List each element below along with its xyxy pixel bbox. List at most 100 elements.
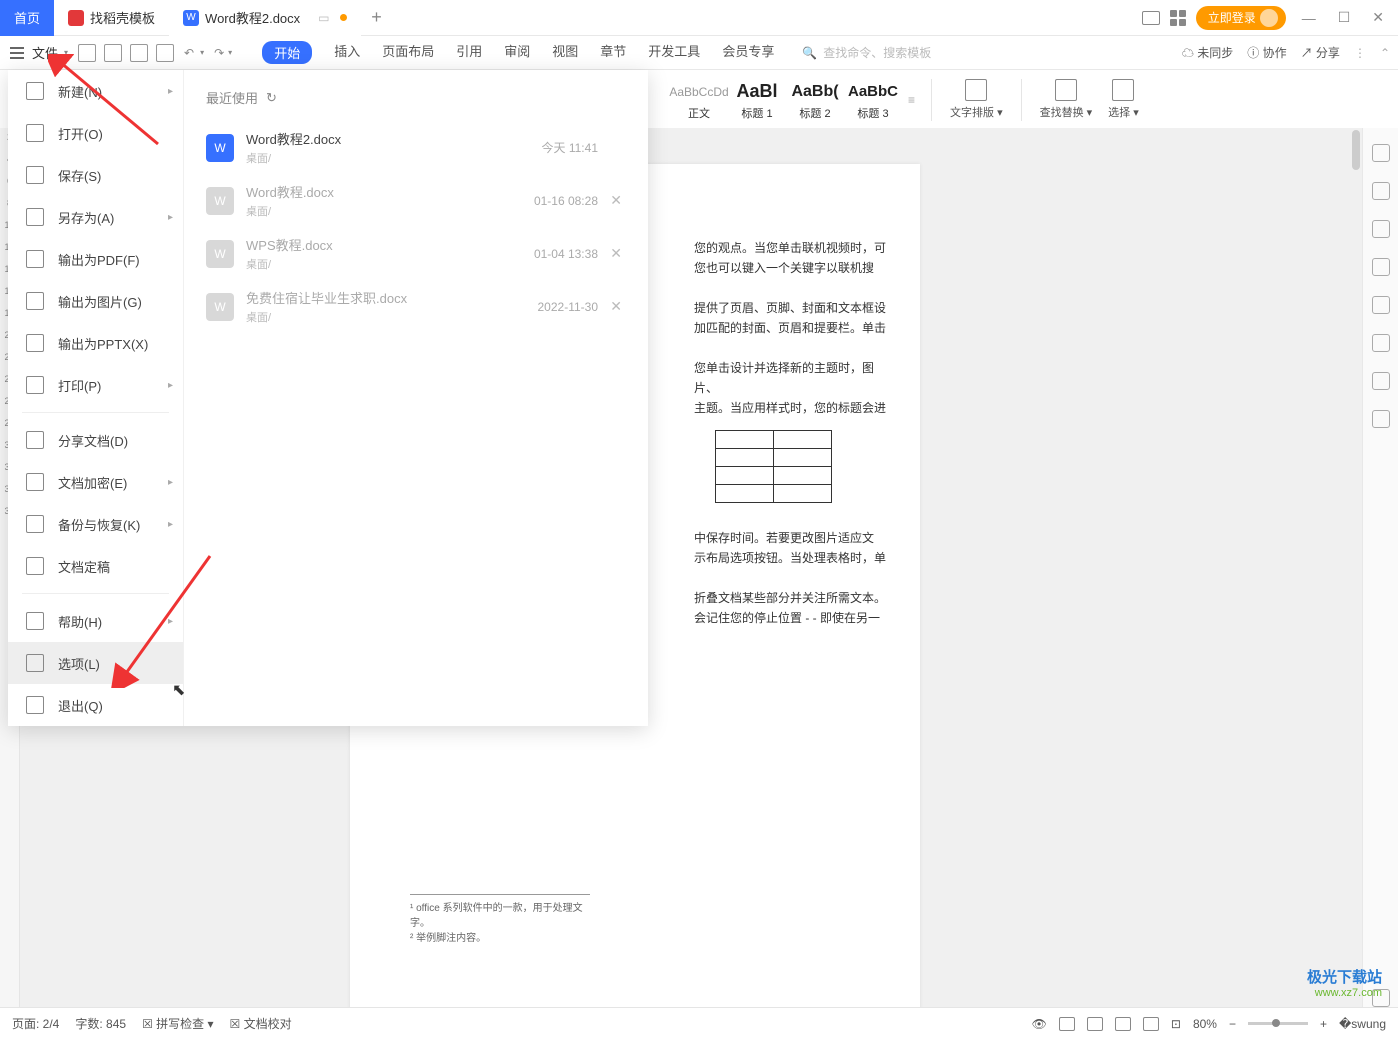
side-wallet-icon[interactable]: [1372, 334, 1390, 352]
view-mode-1[interactable]: [1059, 1017, 1075, 1031]
word-doc-icon: W: [183, 10, 199, 26]
file-menu-encrypt[interactable]: 文档加密(E)▸: [8, 461, 183, 503]
file-menu-button[interactable]: 文件: [32, 43, 58, 62]
tab-document[interactable]: WWord教程2.docx▭: [169, 0, 360, 36]
side-style-icon[interactable]: [1372, 144, 1390, 162]
redo-button[interactable]: ↷: [214, 46, 224, 60]
print-icon[interactable]: [130, 44, 148, 62]
tab-home[interactable]: 首页: [0, 0, 54, 36]
scrollbar-thumb[interactable]: [1352, 130, 1360, 170]
style-preview: AaBb(: [787, 79, 843, 105]
status-words[interactable]: 字数: 845: [75, 1015, 126, 1032]
status-spellcheck[interactable]: ☒ 拼写检查 ▾: [142, 1015, 213, 1032]
style-heading2[interactable]: AaBb(标题 2: [787, 79, 843, 121]
share-button[interactable]: ↗ 分享: [1301, 44, 1340, 61]
zoom-level[interactable]: 80%: [1193, 1017, 1217, 1031]
ribbon-tab-insert[interactable]: 插入: [334, 41, 360, 64]
findreplace-label: 查找替换: [1040, 107, 1084, 119]
tab-template[interactable]: 找稻壳模板: [54, 0, 169, 36]
toolbar-more[interactable]: ⋮: [1354, 46, 1366, 60]
ribbon-tab-vip[interactable]: 会员专享: [722, 41, 774, 64]
file-menu-exportpptx[interactable]: 输出为PPTX(X): [8, 322, 183, 364]
file-menu-help[interactable]: 帮助(H)▸: [8, 600, 183, 642]
typeset-button[interactable]: 文字排版 ▾: [942, 79, 1011, 120]
file-menu-save[interactable]: 保存(S): [8, 154, 183, 196]
side-settings-icon[interactable]: [1372, 258, 1390, 276]
file-menu-new[interactable]: 新建(N)▸: [8, 70, 183, 112]
file-menu: 新建(N)▸ 打开(O) 保存(S) 另存为(A)▸ 输出为PDF(F) 输出为…: [8, 70, 648, 726]
close-icon[interactable]: ✕: [610, 192, 622, 209]
file-menu-exportimg[interactable]: 输出为图片(G): [8, 280, 183, 322]
save-as-icon[interactable]: [104, 44, 122, 62]
close-icon[interactable]: ✕: [610, 245, 622, 262]
window-minimize[interactable]: —: [1296, 10, 1322, 26]
view-mode-4[interactable]: [1143, 1017, 1159, 1031]
toolbar-collapse[interactable]: ⌃: [1380, 46, 1390, 60]
file-menu-open[interactable]: 打开(O): [8, 112, 183, 154]
search-command[interactable]: 🔍查找命令、搜索模板: [802, 44, 931, 61]
side-location-icon[interactable]: [1372, 372, 1390, 390]
side-screen-icon[interactable]: [1372, 410, 1390, 428]
file-menu-exportpdf[interactable]: 输出为PDF(F): [8, 238, 183, 280]
recent-item[interactable]: WWord教程.docx桌面/01-16 08:28✕: [206, 174, 626, 227]
ribbon-tab-section[interactable]: 章节: [600, 41, 626, 64]
ribbon-tab-view[interactable]: 视图: [552, 41, 578, 64]
side-panel: [1362, 128, 1398, 1007]
side-help-icon[interactable]: [1372, 296, 1390, 314]
help-icon: [26, 612, 44, 630]
apps-grid-icon[interactable]: [1170, 10, 1186, 26]
menu-separator: [22, 593, 169, 594]
recent-item[interactable]: WWord教程2.docx桌面/今天 11:41: [206, 121, 626, 174]
undo-button[interactable]: ↶: [184, 46, 194, 60]
ribbon-tab-review[interactable]: 审阅: [504, 41, 530, 64]
zoom-fit-icon[interactable]: ⊡: [1171, 1017, 1181, 1031]
side-edit-icon[interactable]: [1372, 182, 1390, 200]
file-menu-share[interactable]: 分享文档(D): [8, 419, 183, 461]
pptx-icon: [26, 334, 44, 352]
zoom-out[interactable]: −: [1229, 1017, 1236, 1031]
window-close[interactable]: ✕: [1366, 9, 1390, 26]
style-heading1[interactable]: AaBl标题 1: [729, 79, 785, 121]
file-menu-print[interactable]: 打印(P)▸: [8, 364, 183, 406]
recent-item[interactable]: WWPS教程.docx桌面/01-04 13:38✕: [206, 227, 626, 280]
view-eye-icon[interactable]: 👁: [1032, 1017, 1047, 1031]
select-button[interactable]: 选择 ▾: [1100, 79, 1147, 120]
ribbon-tab-reference[interactable]: 引用: [456, 41, 482, 64]
file-menu-exit[interactable]: 退出(Q): [8, 684, 183, 726]
add-tab-button[interactable]: +: [361, 7, 393, 28]
gear-icon: [26, 654, 44, 672]
style-label: 标题 3: [845, 105, 901, 121]
ribbon-tab-devtools[interactable]: 开发工具: [648, 41, 700, 64]
recent-item[interactable]: W免费住宿让毕业生求职.docx桌面/2022-11-30✕: [206, 280, 626, 333]
refresh-icon[interactable]: ↻: [266, 90, 277, 106]
close-icon[interactable]: ✕: [610, 298, 622, 315]
findreplace-button[interactable]: 查找替换 ▾: [1032, 79, 1101, 120]
file-menu-backup[interactable]: 备份与恢复(K)▸: [8, 503, 183, 545]
ribbon-separator: [1021, 79, 1022, 121]
zoom-in[interactable]: +: [1320, 1017, 1327, 1031]
status-expand[interactable]: �swung: [1339, 1017, 1386, 1031]
style-heading3[interactable]: AaBbC标题 3: [845, 79, 901, 121]
view-mode-2[interactable]: [1087, 1017, 1103, 1031]
style-normal[interactable]: AaBbCcDd正文: [671, 79, 727, 121]
status-page[interactable]: 页面: 2/4: [12, 1015, 59, 1032]
unsync-button[interactable]: ☁ 未同步: [1182, 44, 1233, 61]
coop-button[interactable]: ⓘ 协作: [1247, 44, 1286, 61]
layout-icon[interactable]: [1142, 11, 1160, 25]
file-menu-finalize[interactable]: 文档定稿: [8, 545, 183, 587]
window-maximize[interactable]: ☐: [1332, 9, 1357, 26]
file-menu-saveas[interactable]: 另存为(A)▸: [8, 196, 183, 238]
zoom-slider[interactable]: [1248, 1022, 1308, 1025]
print-preview-icon[interactable]: [156, 44, 174, 62]
hamburger-icon[interactable]: [8, 45, 26, 61]
login-button[interactable]: 立即登录: [1196, 6, 1286, 30]
ribbon-tab-pagelayout[interactable]: 页面布局: [382, 41, 434, 64]
lock-icon: [26, 473, 44, 491]
styles-more[interactable]: ≡: [908, 93, 915, 107]
side-select-icon[interactable]: [1372, 220, 1390, 238]
view-mode-3[interactable]: [1115, 1017, 1131, 1031]
ribbon-tab-start[interactable]: 开始: [262, 41, 312, 64]
status-proof[interactable]: ☒ 文档校对: [230, 1015, 292, 1032]
file-menu-options[interactable]: 选项(L): [8, 642, 183, 684]
save-icon[interactable]: [78, 44, 96, 62]
